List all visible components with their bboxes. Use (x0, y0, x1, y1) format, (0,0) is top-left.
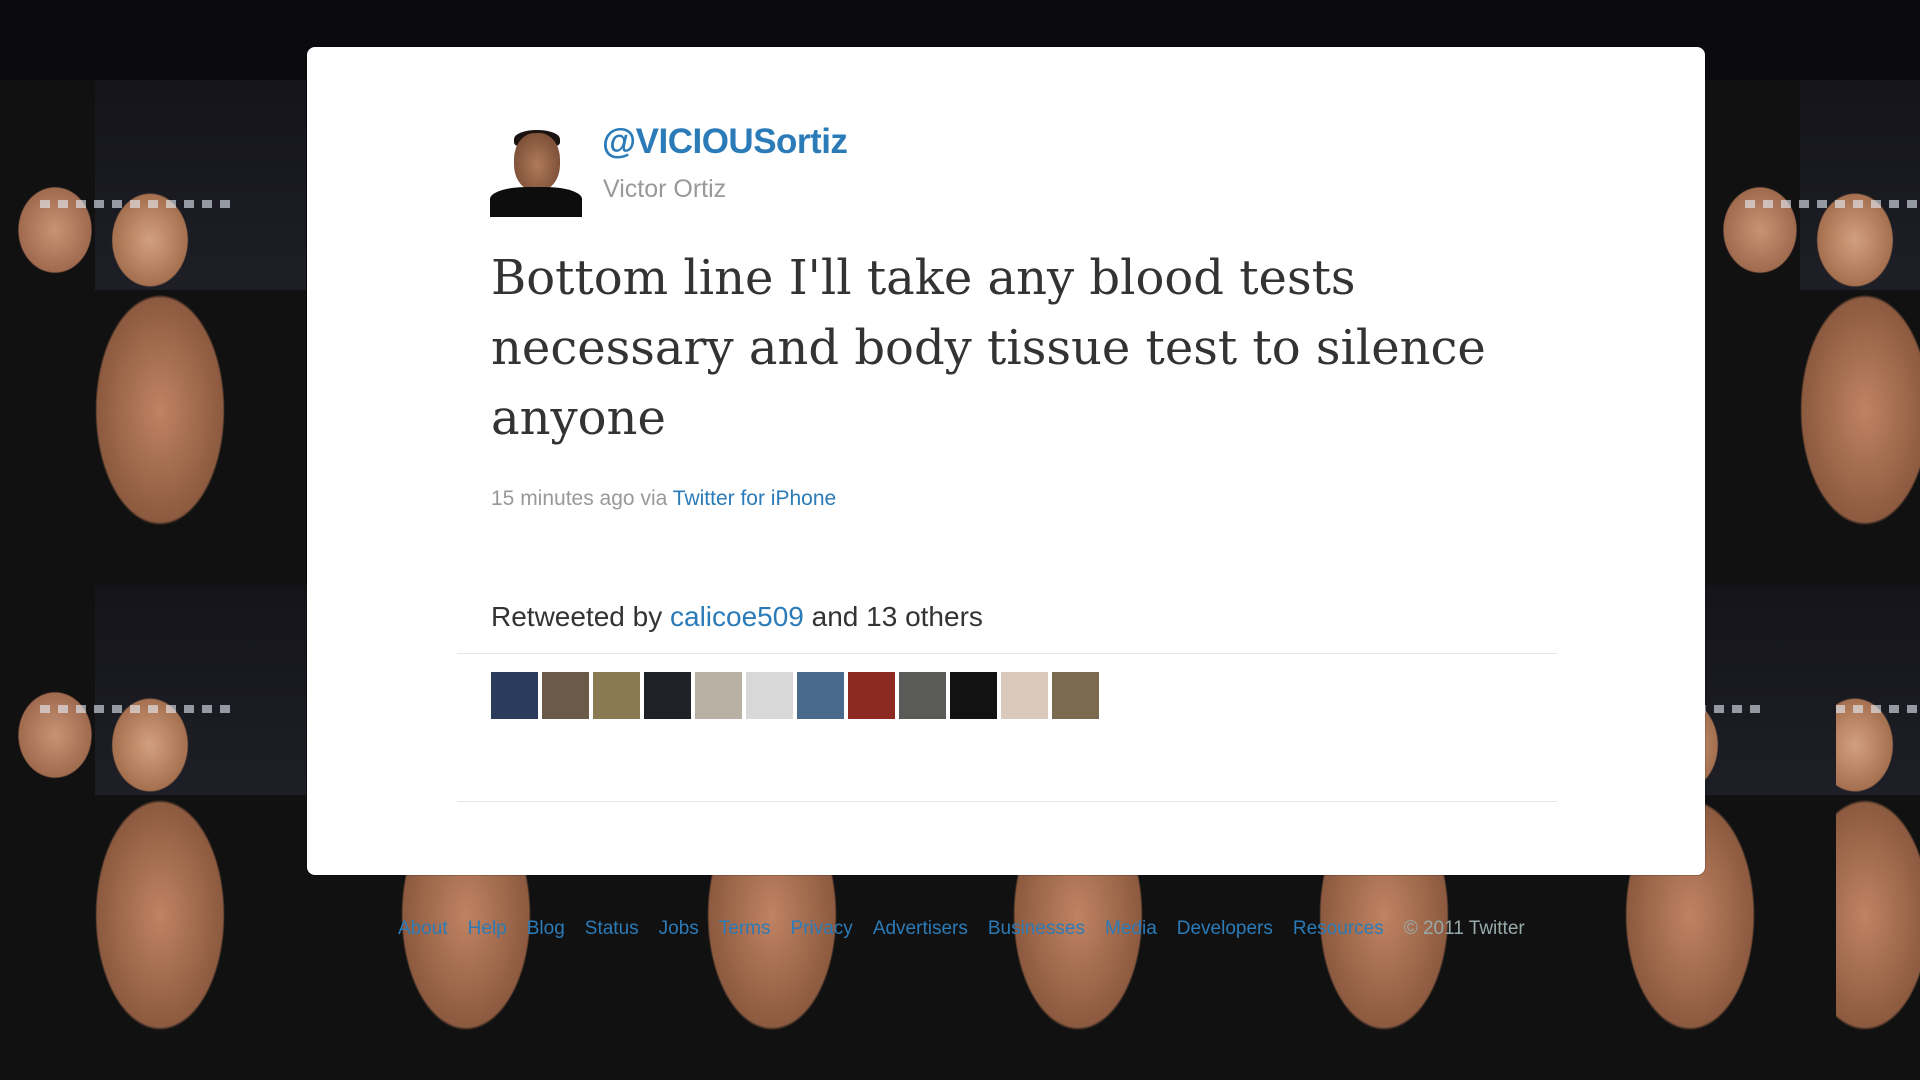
divider (457, 653, 1557, 654)
bg-tile (0, 585, 306, 1080)
retweeter-avatars (491, 672, 1099, 719)
footer-link-media[interactable]: Media (1105, 918, 1157, 940)
rt-avatar-9[interactable] (899, 672, 946, 719)
retweeted-by: Retweeted by calicoe509 and 13 others (491, 601, 983, 633)
tweet-source-link[interactable]: Twitter for iPhone (673, 487, 836, 510)
rt-avatar-10[interactable] (950, 672, 997, 719)
retweeted-prefix: Retweeted by (491, 601, 663, 632)
avatar-shirt (490, 187, 582, 217)
footer-link-blog[interactable]: Blog (527, 918, 565, 940)
retweeter-link[interactable]: calicoe509 (670, 601, 804, 632)
footer-link-advertisers[interactable]: Advertisers (873, 918, 968, 940)
footer-copyright: © 2011 Twitter (1403, 918, 1525, 939)
bg-tile (1705, 80, 1920, 585)
retweeted-suffix[interactable]: and 13 others (812, 601, 983, 632)
rt-avatar-2[interactable] (542, 672, 589, 719)
via-label: via (640, 487, 668, 510)
tweet-text: Bottom line I'll take any blood tests ne… (491, 250, 1486, 446)
tweet-card: @VICIOUSortiz Victor Ortiz Bottom line I… (307, 47, 1705, 875)
rt-avatar-5[interactable] (695, 672, 742, 719)
footer-link-businesses[interactable]: Businesses (988, 918, 1085, 940)
footer-link-privacy[interactable]: Privacy (791, 918, 853, 940)
tweet-meta: 15 minutes ago via Twitter for iPhone (491, 487, 836, 511)
rt-avatar-3[interactable] (593, 672, 640, 719)
footer-link-terms[interactable]: Terms (719, 918, 771, 940)
rt-avatar-7[interactable] (797, 672, 844, 719)
footer-link-developers[interactable]: Developers (1177, 918, 1273, 940)
footer-link-jobs[interactable]: Jobs (659, 918, 699, 940)
rt-avatar-6[interactable] (746, 672, 793, 719)
rt-avatar-8[interactable] (848, 672, 895, 719)
footer-link-status[interactable]: Status (585, 918, 639, 940)
rt-avatar-11[interactable] (1001, 672, 1048, 719)
bg-tile (0, 80, 306, 585)
divider (457, 801, 1557, 802)
footer-link-about[interactable]: About (398, 918, 448, 940)
author-avatar[interactable] (490, 125, 582, 217)
rt-avatar-12[interactable] (1052, 672, 1099, 719)
author-full-name: Victor Ortiz (603, 175, 727, 203)
footer-link-help[interactable]: Help (468, 918, 507, 940)
footer-links: About Help Blog Status Jobs Terms Privacy Adver… (398, 918, 1525, 940)
tweet-timestamp[interactable]: 15 minutes ago (491, 487, 635, 510)
rt-avatar-4[interactable] (644, 672, 691, 719)
avatar-face (514, 133, 560, 191)
rt-avatar-1[interactable] (491, 672, 538, 719)
footer-link-resources[interactable]: Resources (1293, 918, 1384, 940)
author-handle-link[interactable]: @VICIOUSortiz (602, 122, 848, 162)
